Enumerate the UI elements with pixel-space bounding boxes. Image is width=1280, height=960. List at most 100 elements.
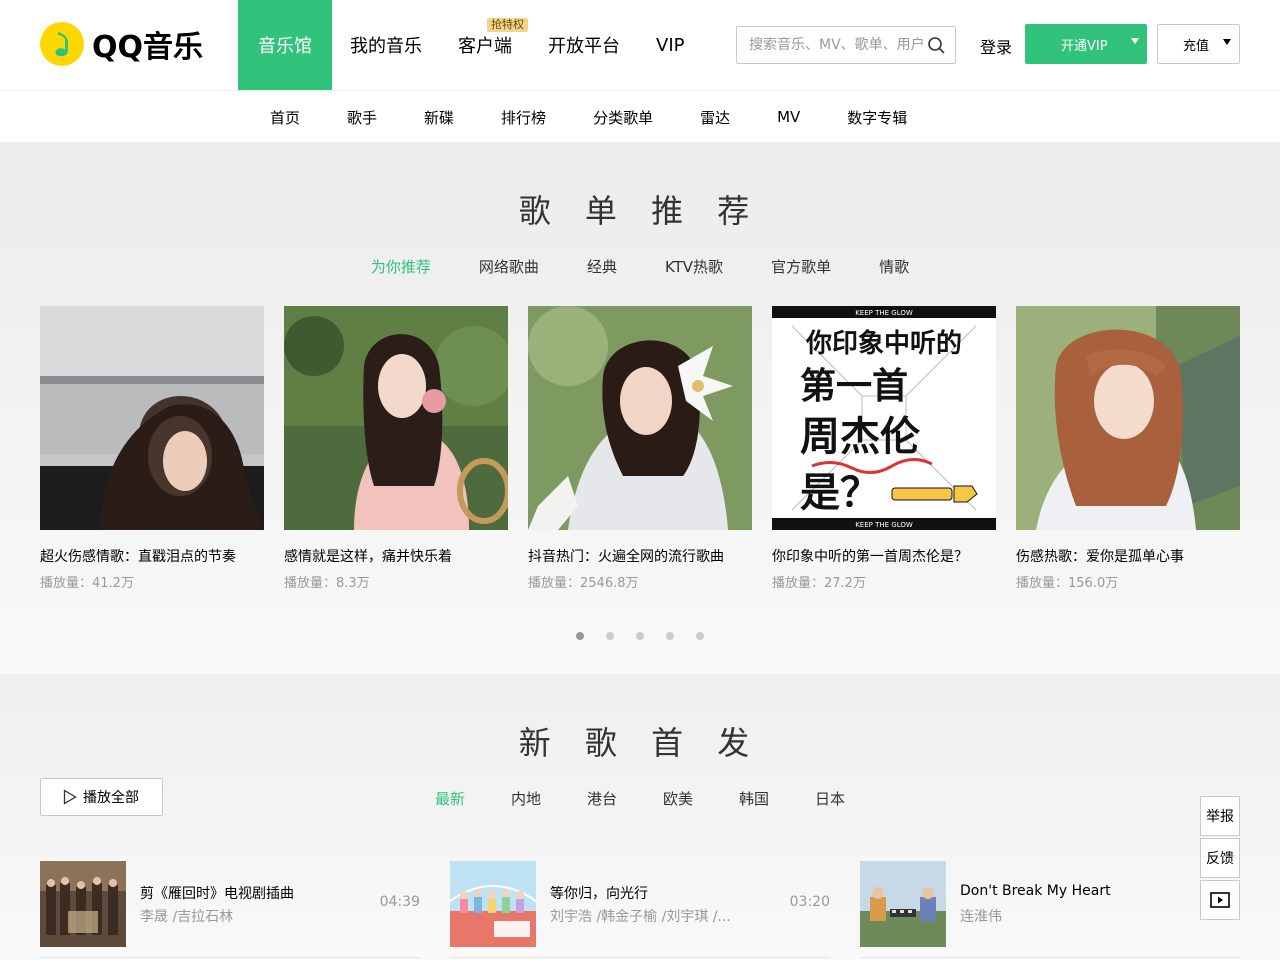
tab-japan[interactable]: 日本	[815, 788, 845, 809]
cover-banner-text: KEEP THE GLOW	[855, 309, 913, 317]
playlist-cover[interactable]	[1016, 306, 1240, 530]
cover-text-line: 周杰伦	[800, 414, 921, 460]
open-vip-label: 开通VIP	[1061, 38, 1108, 54]
nav-label: 开放平台	[548, 36, 620, 57]
nav-vip[interactable]: VIP	[638, 0, 702, 90]
subnav-home[interactable]: 首页	[270, 107, 300, 128]
logo[interactable]: QQ音乐	[40, 22, 203, 66]
feedback-button[interactable]: 反馈	[1200, 838, 1240, 878]
playlist-card[interactable]: 感情就是这样，痛并快乐着 播放量：8.3万	[284, 306, 508, 591]
subnav-categories[interactable]: 分类歌单	[593, 107, 653, 128]
divider	[860, 957, 1240, 958]
tab-latest[interactable]: 最新	[435, 788, 465, 809]
song-artist[interactable]: 连淮伟	[960, 906, 1150, 926]
section-title: 歌 单 推 荐	[518, 192, 762, 230]
song-title[interactable]: 剪《雁回时》电视剧插曲	[140, 883, 294, 903]
subnav-mv[interactable]: MV	[777, 108, 800, 126]
tab-ktv[interactable]: KTV热歌	[665, 256, 723, 277]
nav-client[interactable]: 客户端 抢特权	[440, 0, 530, 90]
subnav-digital-albums[interactable]: 数字专辑	[847, 107, 907, 128]
subnav-radar[interactable]: 雷达	[700, 107, 730, 128]
song-cover[interactable]	[450, 861, 536, 947]
playlist-cover[interactable]: KEEP THE GLOW KEEP THE GLOW 你印象中听的 第一首 周…	[772, 306, 996, 530]
divider	[450, 957, 830, 958]
subnav-singers[interactable]: 歌手	[347, 107, 377, 128]
tab-western[interactable]: 欧美	[663, 788, 693, 809]
playlist-card[interactable]: 超火伤感情歌：直戳泪点的节奏 播放量：41.2万	[40, 306, 264, 591]
song-artist[interactable]: 李晟 /吉拉石林	[140, 906, 330, 926]
search-input[interactable]	[749, 37, 929, 53]
song-item[interactable]: 等你归，向光行 刘宇浩 /韩金子榆 /刘宇琪 /... 03:20	[450, 861, 830, 960]
login-link[interactable]: 登录	[980, 34, 1012, 58]
song-item[interactable]: Don't Break My Heart 连淮伟	[860, 861, 1240, 960]
recharge-button[interactable]: 充值	[1157, 24, 1240, 64]
tab-recommended[interactable]: 为你推荐	[371, 256, 431, 277]
open-vip-button[interactable]: 开通VIP	[1025, 24, 1147, 64]
song-title[interactable]: 等你归，向光行	[550, 883, 648, 903]
cover-photo-woman-pink-dress	[284, 306, 508, 530]
cover-text-line: 你印象中听的	[805, 328, 962, 359]
logo-mark-icon	[40, 22, 84, 66]
section-title: 新 歌 首 发	[518, 724, 762, 762]
sub-nav-items: 首页 歌手 新碟 排行榜 分类歌单 雷达 MV 数字专辑	[270, 91, 954, 143]
playlist-cover[interactable]	[40, 306, 264, 530]
subnav-new-albums[interactable]: 新碟	[424, 107, 454, 128]
report-button[interactable]: 举报	[1200, 796, 1240, 836]
playlist-title[interactable]: 感情就是这样，痛并快乐着	[284, 546, 508, 566]
tab-hk-tw[interactable]: 港台	[587, 788, 617, 809]
playlist-title[interactable]: 抖音热门：火遍全网的流行歌曲	[528, 546, 752, 566]
playlist-card[interactable]: 伤感热歌：爱你是孤单心事 播放量：156.0万	[1016, 306, 1240, 591]
playlist-card[interactable]: 抖音热门：火遍全网的流行歌曲 播放量：2546.8万	[528, 306, 752, 591]
playlist-play-count: 播放量：156.0万	[1016, 576, 1119, 591]
playlist-title[interactable]: 超火伤感情歌：直戳泪点的节奏	[40, 546, 264, 566]
new-songs-section: 新 歌 首 发 播放全部 最新 内地 港台 欧美 韩国 日本 剪《雁回时》电视剧…	[0, 674, 1280, 960]
carousel-pagination	[0, 632, 1280, 640]
logo-text: QQ音乐	[92, 30, 204, 65]
subnav-charts[interactable]: 排行榜	[501, 107, 546, 128]
caret-down-icon[interactable]	[1223, 39, 1231, 45]
tab-mainland[interactable]: 内地	[511, 788, 541, 809]
song-title[interactable]: Don't Break My Heart	[960, 883, 1111, 899]
tab-official[interactable]: 官方歌单	[771, 256, 831, 277]
tab-internet-songs[interactable]: 网络歌曲	[479, 256, 539, 277]
carousel-dot[interactable]	[666, 632, 674, 640]
song-artist[interactable]: 刘宇浩 /韩金子榆 /刘宇琪 /...	[550, 906, 740, 926]
cover-group-on-track	[450, 861, 536, 947]
nav-my-music[interactable]: 我的音乐	[332, 0, 440, 90]
playlist-cover[interactable]	[284, 306, 508, 530]
new-song-tabs: 最新 内地 港台 欧美 韩国 日本	[0, 788, 1280, 809]
page: QQ音乐 音乐馆 我的音乐 客户端 抢特权 开放平台 VIP 登录 开通VIP 充…	[0, 0, 1280, 960]
song-cover[interactable]	[860, 861, 946, 947]
tab-love-songs[interactable]: 情歌	[879, 256, 909, 277]
playlist-play-count: 播放量：8.3万	[284, 576, 370, 591]
tab-korea[interactable]: 韩国	[739, 788, 769, 809]
nav-label: VIP	[656, 34, 685, 56]
cover-photo-woman-in-car	[1016, 306, 1240, 530]
carousel-dot[interactable]	[636, 632, 644, 640]
playlist-card[interactable]: KEEP THE GLOW KEEP THE GLOW 你印象中听的 第一首 周…	[772, 306, 996, 591]
play-box-button[interactable]	[1200, 880, 1240, 920]
top-header: QQ音乐 音乐馆 我的音乐 客户端 抢特权 开放平台 VIP 登录 开通VIP 充…	[0, 0, 1280, 90]
divider	[40, 957, 420, 958]
playlist-play-count: 播放量：27.2万	[772, 576, 866, 591]
playlist-title[interactable]: 伤感热歌：爱你是孤单心事	[1016, 546, 1240, 566]
search-icon[interactable]	[927, 36, 945, 54]
tab-classic[interactable]: 经典	[587, 256, 617, 277]
caret-down-icon[interactable]	[1131, 38, 1139, 44]
song-duration: 03:20	[789, 894, 830, 910]
play-box-icon	[1210, 892, 1230, 908]
recharge-label: 充值	[1183, 38, 1210, 54]
nav-open-platform[interactable]: 开放平台	[530, 0, 638, 90]
carousel-dot[interactable]	[576, 632, 584, 640]
carousel-dot[interactable]	[696, 632, 704, 640]
carousel-dot[interactable]	[606, 632, 614, 640]
song-cover[interactable]	[40, 861, 126, 947]
playlist-cards: 超火伤感情歌：直戳泪点的节奏 播放量：41.2万 感情就是这样，痛并快乐着 播放…	[40, 306, 1240, 606]
playlist-cover[interactable]	[528, 306, 752, 530]
playlist-title[interactable]: 你印象中听的第一首周杰伦是？	[772, 546, 996, 566]
nav-music-hall[interactable]: 音乐馆	[238, 0, 332, 90]
cover-photo-woman-lily	[528, 306, 752, 530]
song-item[interactable]: 剪《雁回时》电视剧插曲 李晟 /吉拉石林 04:39	[40, 861, 420, 960]
music-note-icon	[55, 32, 68, 57]
cover-drama-group	[40, 861, 126, 947]
